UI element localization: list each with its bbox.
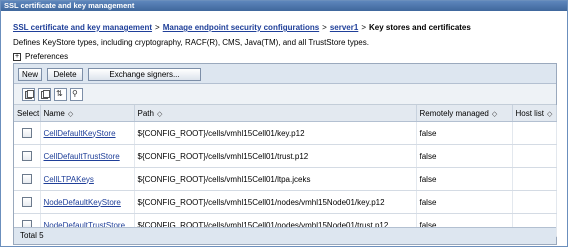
host-list-value — [512, 144, 557, 168]
breadcrumb: SSL certificate and key management > Manag… — [13, 23, 471, 32]
page-description: Defines KeyStore types, including crypto… — [13, 38, 369, 47]
preferences-label: Preferences — [25, 52, 69, 61]
row-checkbox[interactable] — [21, 197, 32, 207]
keystore-name-link[interactable]: CellDefaultTrustStore — [44, 152, 120, 161]
show-filter-icon[interactable]: ⇅ — [54, 88, 67, 101]
sort-icon[interactable]: ◇ — [547, 111, 552, 118]
host-list-value — [512, 190, 557, 214]
expand-icon[interactable]: + — [13, 52, 21, 61]
table-row: NodeDefaultKeyStore ${CONFIG_ROOT}/cells… — [14, 190, 557, 214]
remotely-managed-value: false — [416, 190, 513, 214]
remotely-managed-value: false — [416, 121, 513, 145]
row-checkbox[interactable] — [21, 174, 32, 184]
new-button[interactable]: New — [18, 68, 42, 81]
breadcrumb-server-link[interactable]: server1 — [330, 23, 358, 32]
breadcrumb-separator: > — [361, 23, 366, 32]
keystore-name-link[interactable]: CellDefaultKeyStore — [44, 129, 116, 138]
clear-filter-icon[interactable]: ⚲ — [70, 88, 83, 101]
button-bar: New Delete Exchange signers... — [14, 64, 556, 84]
table-row: CellDefaultKeyStore ${CONFIG_ROOT}/cells… — [14, 121, 557, 145]
row-checkbox[interactable] — [21, 128, 32, 138]
column-header-name[interactable]: Name ◇ — [40, 105, 135, 122]
keystore-path: ${CONFIG_ROOT}/cells/vmhl15Cell01/trust.… — [134, 144, 417, 168]
host-list-value — [512, 121, 557, 145]
column-header-select: Select — [14, 105, 41, 122]
table-row: CellDefaultTrustStore ${CONFIG_ROOT}/cel… — [14, 144, 557, 168]
column-header-host-list[interactable]: Host list ◇ — [512, 105, 557, 122]
column-header-path[interactable]: Path ◇ — [134, 105, 417, 122]
delete-button[interactable]: Delete — [47, 68, 83, 81]
keystore-path: ${CONFIG_ROOT}/cells/vmhl15Cell01/key.p1… — [134, 121, 417, 145]
remotely-managed-value: false — [416, 144, 513, 168]
preferences-toggle[interactable]: + Preferences — [13, 52, 68, 61]
remotely-managed-value: false — [416, 167, 513, 191]
select-all-icon[interactable] — [22, 88, 35, 101]
table-toolbar: ⇅ ⚲ — [14, 84, 556, 105]
sort-icon[interactable]: ◇ — [157, 111, 162, 118]
keystore-table: Select Name ◇ Path ◇ Remotely managed ◇ Hos… — [14, 105, 557, 237]
keystore-path: ${CONFIG_ROOT}/cells/vmhl15Cell01/ltpa.j… — [134, 167, 417, 191]
column-header-remotely-managed[interactable]: Remotely managed ◇ — [416, 105, 513, 122]
keystore-collection: New Delete Exchange signers... ⇅ ⚲ Selec… — [13, 63, 557, 245]
breadcrumb-separator: > — [322, 23, 327, 32]
keystore-path: ${CONFIG_ROOT}/cells/vmhl15Cell01/nodes/… — [134, 190, 417, 214]
exchange-signers-button[interactable]: Exchange signers... — [88, 68, 201, 81]
deselect-all-icon[interactable] — [38, 88, 51, 101]
sort-icon[interactable]: ◇ — [68, 111, 73, 118]
breadcrumb-current: Key stores and certificates — [369, 23, 471, 32]
sort-icon[interactable]: ◇ — [492, 111, 497, 118]
table-header-row: Select Name ◇ Path ◇ Remotely managed ◇ Hos… — [14, 105, 557, 122]
keystore-name-link[interactable]: CellLTPAKeys — [44, 175, 94, 184]
breadcrumb-endpoint-link[interactable]: Manage endpoint security configurations — [163, 23, 319, 32]
portlet-frame: SSL certificate and key management SSL c… — [0, 0, 568, 247]
table-row: CellLTPAKeys ${CONFIG_ROOT}/cells/vmhl15… — [14, 167, 557, 191]
window-title: SSL certificate and key management — [1, 1, 567, 11]
breadcrumb-ssl-link[interactable]: SSL certificate and key management — [13, 23, 152, 32]
table-total: Total 5 — [14, 227, 556, 244]
host-list-value — [512, 167, 557, 191]
breadcrumb-separator: > — [155, 23, 160, 32]
keystore-name-link[interactable]: NodeDefaultKeyStore — [44, 198, 121, 207]
row-checkbox[interactable] — [21, 151, 32, 161]
